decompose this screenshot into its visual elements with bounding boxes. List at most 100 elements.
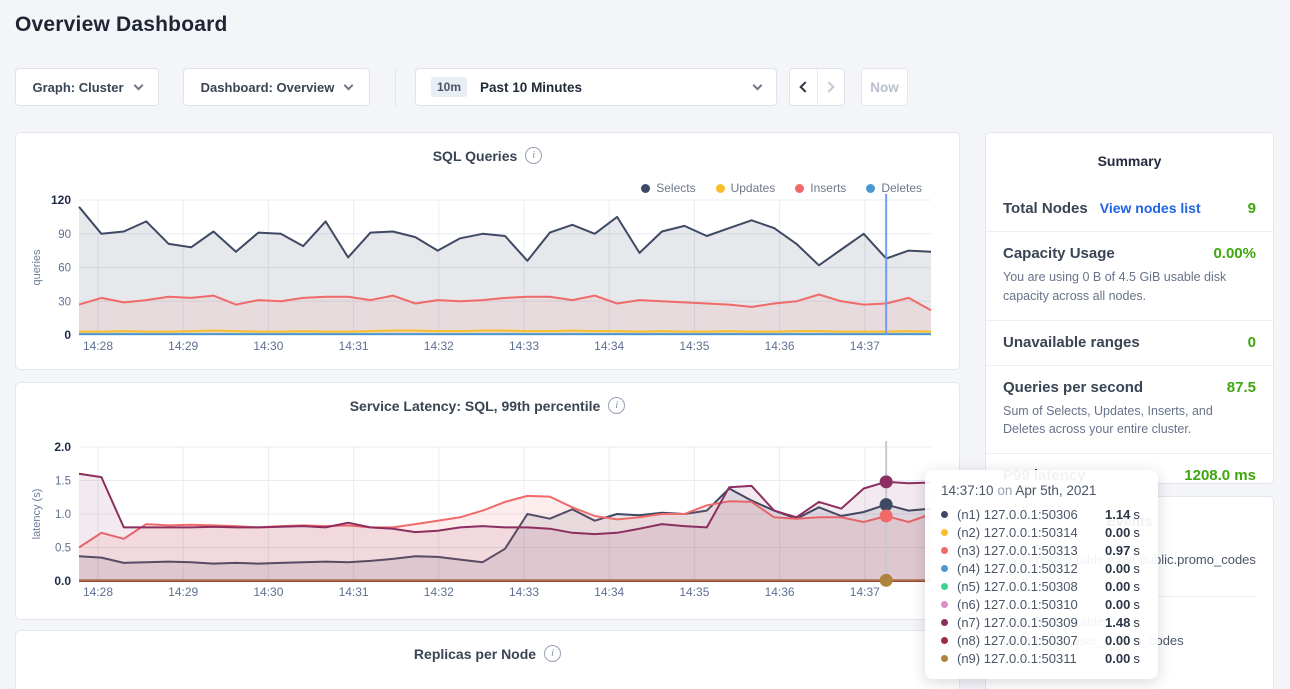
summary-label: Unavailable ranges (1003, 334, 1140, 351)
tooltip-series-dot-icon (941, 547, 948, 554)
chevron-down-icon (133, 80, 143, 90)
y-axis-tick: 0.5 (55, 543, 71, 555)
time-range-label: Past 10 Minutes (480, 80, 741, 95)
service-latency-chart[interactable]: 0.00.51.01.52.014:2814:2914:3014:3114:32… (16, 383, 959, 619)
x-axis-tick: 14:32 (424, 585, 454, 599)
service-latency-panel: Service Latency: SQL, 99th percentile i … (15, 382, 960, 620)
time-prev-button[interactable] (790, 69, 817, 105)
x-axis-tick: 14:37 (850, 339, 880, 353)
tooltip-series-dot-icon (941, 583, 948, 590)
tooltip-series-dot-icon (941, 511, 948, 518)
x-axis-tick: 14:30 (253, 585, 283, 599)
tooltip-series-unit: s (1133, 543, 1140, 558)
summary-row: Queries per second 87.5 Sum of Selects, Up… (986, 365, 1273, 454)
summary-label: Queries per second (1003, 379, 1143, 396)
y-axis-label: latency (s) (31, 489, 43, 540)
x-axis-tick: 14:28 (83, 585, 113, 599)
tooltip-row: (n5) 127.0.0.1:503080.00s (941, 577, 1142, 595)
tooltip-series-value: 0.00 (1105, 561, 1130, 576)
summary-description: Sum of Selects, Updates, Inserts, and De… (1003, 402, 1256, 440)
sql-queries-chart[interactable]: 030609012014:2814:2914:3014:3114:3214:33… (16, 133, 959, 369)
tooltip-row: (n3) 127.0.0.1:503130.97s (941, 541, 1142, 559)
chevron-down-icon (753, 80, 763, 90)
x-axis-tick: 14:35 (679, 339, 709, 353)
tooltip-rows: (n1) 127.0.0.1:503061.14s(n2) 127.0.0.1:… (941, 505, 1142, 667)
tooltip-series-unit: s (1133, 651, 1140, 666)
summary-description: You are using 0 B of 4.5 GiB usable disk… (1003, 268, 1256, 306)
tooltip-row: (n2) 127.0.0.1:503140.00s (941, 523, 1142, 541)
hover-dot-(n7) 127.0.0.1:50309 (880, 475, 893, 488)
tooltip-series-value: 1.14 (1105, 507, 1130, 522)
view-nodes-link[interactable]: View nodes list (1100, 200, 1201, 216)
tooltip-row: (n8) 127.0.0.1:503070.00s (941, 631, 1142, 649)
tooltip-row: (n6) 127.0.0.1:503100.00s (941, 595, 1142, 613)
replicas-per-node-panel: Replicas per Node i (15, 630, 960, 689)
tooltip-series-label: (n5) 127.0.0.1:50308 (957, 579, 1105, 594)
tooltip-row: (n4) 127.0.0.1:503120.00s (941, 559, 1142, 577)
info-icon[interactable]: i (544, 645, 561, 662)
summary-label: Total Nodes (1003, 200, 1088, 217)
sql-queries-panel: SQL Queries i SelectsUpdatesInsertsDelet… (15, 132, 960, 370)
now-button[interactable]: Now (861, 68, 908, 106)
summary-row-head: Unavailable ranges 0 (1003, 334, 1256, 351)
tooltip-series-label: (n6) 127.0.0.1:50310 (957, 597, 1105, 612)
replicas-per-node-title: Replicas per Node (414, 646, 536, 662)
tooltip-series-dot-icon (941, 655, 948, 662)
time-nav-group (789, 68, 845, 106)
toolbar-divider (395, 68, 396, 106)
summary-title: Summary (986, 133, 1273, 187)
x-axis-tick: 14:29 (168, 339, 198, 353)
tooltip-row: (n1) 127.0.0.1:503061.14s (941, 505, 1142, 523)
series-area-Inserts (79, 295, 931, 336)
series-line-Updates (79, 331, 931, 332)
x-axis-tick: 14:34 (594, 585, 624, 599)
hover-dot-(n9) 127.0.0.1:50311 (880, 574, 893, 587)
tooltip-series-unit: s (1133, 615, 1140, 630)
tooltip-series-value: 0.00 (1105, 597, 1130, 612)
y-axis-tick: 120 (51, 193, 71, 207)
summary-value: 0 (1248, 334, 1256, 351)
hover-dot-(n3) 127.0.0.1:50313 (880, 510, 893, 523)
x-axis-tick: 14:34 (594, 339, 624, 353)
summary-value: 9 (1248, 200, 1256, 217)
summary-value: 0.00% (1213, 245, 1256, 262)
tooltip-timestamp: 14:37:10 on Apr 5th, 2021 (941, 483, 1142, 498)
x-axis-tick: 14:28 (83, 339, 113, 353)
summary-value: 87.5 (1227, 379, 1256, 396)
tooltip-series-label: (n9) 127.0.0.1:50311 (957, 651, 1105, 666)
summary-row: Total Nodes View nodes list 9 (986, 187, 1273, 231)
tooltip-series-unit: s (1133, 525, 1140, 540)
tooltip-series-unit: s (1133, 633, 1140, 648)
y-axis-tick: 1.5 (55, 476, 71, 488)
tooltip-series-unit: s (1133, 579, 1140, 594)
x-axis-tick: 14:33 (509, 585, 539, 599)
hover-dot-(n1) 127.0.0.1:50306 (880, 498, 893, 511)
y-axis-tick: 0 (64, 328, 71, 342)
tooltip-series-dot-icon (941, 601, 948, 608)
tooltip-series-value: 0.97 (1105, 543, 1130, 558)
summary-row-head: Queries per second 87.5 (1003, 379, 1256, 396)
summary-row: Capacity Usage0.00% You are using 0 B of … (986, 231, 1273, 320)
summary-row-head: Capacity Usage0.00% (1003, 245, 1256, 262)
time-range-dropdown[interactable]: 10m Past 10 Minutes (415, 68, 777, 106)
tooltip-series-unit: s (1133, 507, 1140, 522)
time-range-badge: 10m (431, 77, 467, 97)
tooltip-row: (n7) 127.0.0.1:503091.48s (941, 613, 1142, 631)
tooltip-series-label: (n2) 127.0.0.1:50314 (957, 525, 1105, 540)
graph-dropdown[interactable]: Graph: Cluster (15, 68, 159, 106)
tooltip-series-dot-icon (941, 637, 948, 644)
tooltip-series-label: (n4) 127.0.0.1:50312 (957, 561, 1105, 576)
tooltip-series-value: 1.48 (1105, 615, 1130, 630)
dashboard-dropdown[interactable]: Dashboard: Overview (183, 68, 370, 106)
tooltip-series-value: 0.00 (1105, 525, 1130, 540)
time-next-button[interactable] (817, 69, 845, 105)
page-title: Overview Dashboard (15, 13, 228, 37)
x-axis-tick: 14:31 (339, 339, 369, 353)
x-axis-tick: 14:36 (765, 339, 795, 353)
chevron-right-icon (824, 81, 835, 92)
tooltip-series-dot-icon (941, 529, 948, 536)
dashboard-dropdown-label: Dashboard: Overview (201, 80, 335, 95)
tooltip-series-label: (n7) 127.0.0.1:50309 (957, 615, 1105, 630)
y-axis-tick: 2.0 (54, 440, 71, 454)
x-axis-tick: 14:31 (339, 585, 369, 599)
